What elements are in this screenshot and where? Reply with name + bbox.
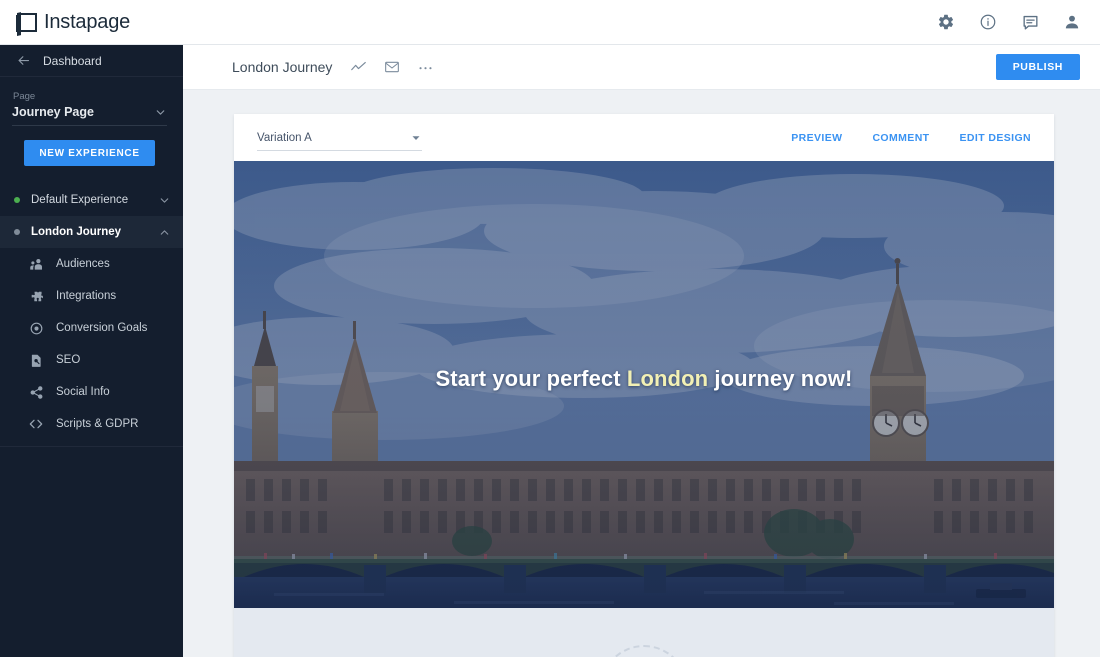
headline-part-before: Start your perfect bbox=[435, 366, 627, 391]
dashed-circle-placeholder bbox=[600, 645, 688, 657]
variation-card: Variation A PREVIEW COMMENT EDIT DESIGN bbox=[234, 114, 1054, 657]
app-root: Instapage Dashboard Page Journey Page NE… bbox=[0, 0, 1100, 657]
status-dot-inactive bbox=[14, 229, 20, 235]
main-content: London Journey PUBLISH Variation A PREVI… bbox=[183, 45, 1100, 657]
sidebar-item-audiences[interactable]: Audiences bbox=[0, 248, 183, 280]
main-header: London Journey PUBLISH bbox=[183, 45, 1100, 90]
sub-item-label: Conversion Goals bbox=[56, 322, 148, 334]
new-experience-button[interactable]: NEW EXPERIENCE bbox=[24, 140, 155, 166]
user-avatar-icon[interactable] bbox=[1062, 12, 1082, 32]
analytics-trend-icon[interactable] bbox=[350, 58, 367, 76]
more-horizontal-icon[interactable] bbox=[417, 58, 434, 76]
sidebar: Dashboard Page Journey Page NEW EXPERIEN… bbox=[0, 45, 183, 657]
variation-actions: PREVIEW COMMENT EDIT DESIGN bbox=[791, 132, 1031, 144]
chevron-down-icon[interactable] bbox=[158, 194, 171, 207]
experience-list: Default Experience London Journey Audien… bbox=[0, 184, 183, 447]
puzzle-piece-icon bbox=[28, 288, 44, 304]
page-select-dropdown[interactable]: Journey Page bbox=[12, 105, 167, 126]
publish-button[interactable]: PUBLISH bbox=[995, 54, 1080, 80]
top-bar: Instapage bbox=[0, 0, 1100, 45]
experience-label: London Journey bbox=[31, 226, 122, 238]
hero-headline: Start your perfect London journey now! bbox=[234, 366, 1054, 392]
headline-accent-word: London bbox=[626, 366, 709, 391]
chevron-up-icon[interactable] bbox=[158, 226, 171, 239]
audiences-icon bbox=[28, 256, 44, 272]
canvas-area: Variation A PREVIEW COMMENT EDIT DESIGN bbox=[183, 90, 1100, 657]
arrow-left-icon bbox=[16, 53, 31, 68]
headline-part-after: journey now! bbox=[708, 366, 853, 391]
sub-item-label: SEO bbox=[56, 354, 81, 366]
sidebar-back-label: Dashboard bbox=[43, 53, 102, 68]
sidebar-item-default-experience[interactable]: Default Experience bbox=[0, 184, 183, 216]
brand-logo[interactable]: Instapage bbox=[16, 11, 130, 34]
comment-link[interactable]: COMMENT bbox=[872, 132, 929, 144]
sidebar-item-london-journey[interactable]: London Journey bbox=[0, 216, 183, 248]
page-title: London Journey bbox=[232, 59, 333, 75]
sidebar-item-seo[interactable]: SEO bbox=[0, 344, 183, 376]
main-header-icons bbox=[350, 58, 434, 76]
chevron-down-icon bbox=[154, 106, 167, 119]
sidebar-item-social-info[interactable]: Social Info bbox=[0, 376, 183, 408]
sidebar-item-conversion-goals[interactable]: Conversion Goals bbox=[0, 312, 183, 344]
experience-label: Default Experience bbox=[31, 194, 129, 206]
page-select-value: Journey Page bbox=[12, 105, 94, 119]
chat-message-icon[interactable] bbox=[1020, 12, 1040, 32]
info-circle-icon[interactable] bbox=[978, 12, 998, 32]
code-brackets-icon bbox=[28, 416, 44, 432]
chevron-down-icon bbox=[410, 132, 422, 144]
preview-link[interactable]: PREVIEW bbox=[791, 132, 842, 144]
sidebar-back-to-dashboard[interactable]: Dashboard bbox=[0, 45, 183, 77]
sub-item-label: Social Info bbox=[56, 386, 110, 398]
variation-select-value: Variation A bbox=[257, 132, 312, 144]
seo-document-icon bbox=[28, 352, 44, 368]
sub-item-label: Integrations bbox=[56, 290, 117, 302]
gear-icon[interactable] bbox=[936, 12, 956, 32]
variation-toolbar: Variation A PREVIEW COMMENT EDIT DESIGN bbox=[234, 114, 1054, 161]
instapage-logo-icon bbox=[16, 12, 37, 32]
sidebar-item-integrations[interactable]: Integrations bbox=[0, 280, 183, 312]
envelope-icon[interactable] bbox=[384, 58, 400, 76]
hero-preview[interactable]: Start your perfect London journey now! bbox=[234, 161, 1054, 608]
target-icon bbox=[28, 320, 44, 336]
experience-sub-menu: Audiences Integrations Conversion Goals … bbox=[0, 248, 183, 447]
variation-select[interactable]: Variation A bbox=[257, 132, 422, 151]
status-dot-active bbox=[14, 197, 20, 203]
sub-item-label: Scripts & GDPR bbox=[56, 418, 139, 430]
top-bar-actions bbox=[936, 12, 1082, 32]
page-field-label: Page bbox=[13, 91, 36, 102]
sidebar-item-scripts-gdpr[interactable]: Scripts & GDPR bbox=[0, 408, 183, 440]
hero-below-section bbox=[234, 608, 1054, 657]
share-network-icon bbox=[28, 384, 44, 400]
page-selector-block: Page Journey Page NEW EXPERIENCE bbox=[0, 77, 183, 166]
edit-design-link[interactable]: EDIT DESIGN bbox=[960, 132, 1032, 144]
sub-item-label: Audiences bbox=[56, 258, 110, 270]
brand-name: Instapage bbox=[44, 10, 131, 33]
